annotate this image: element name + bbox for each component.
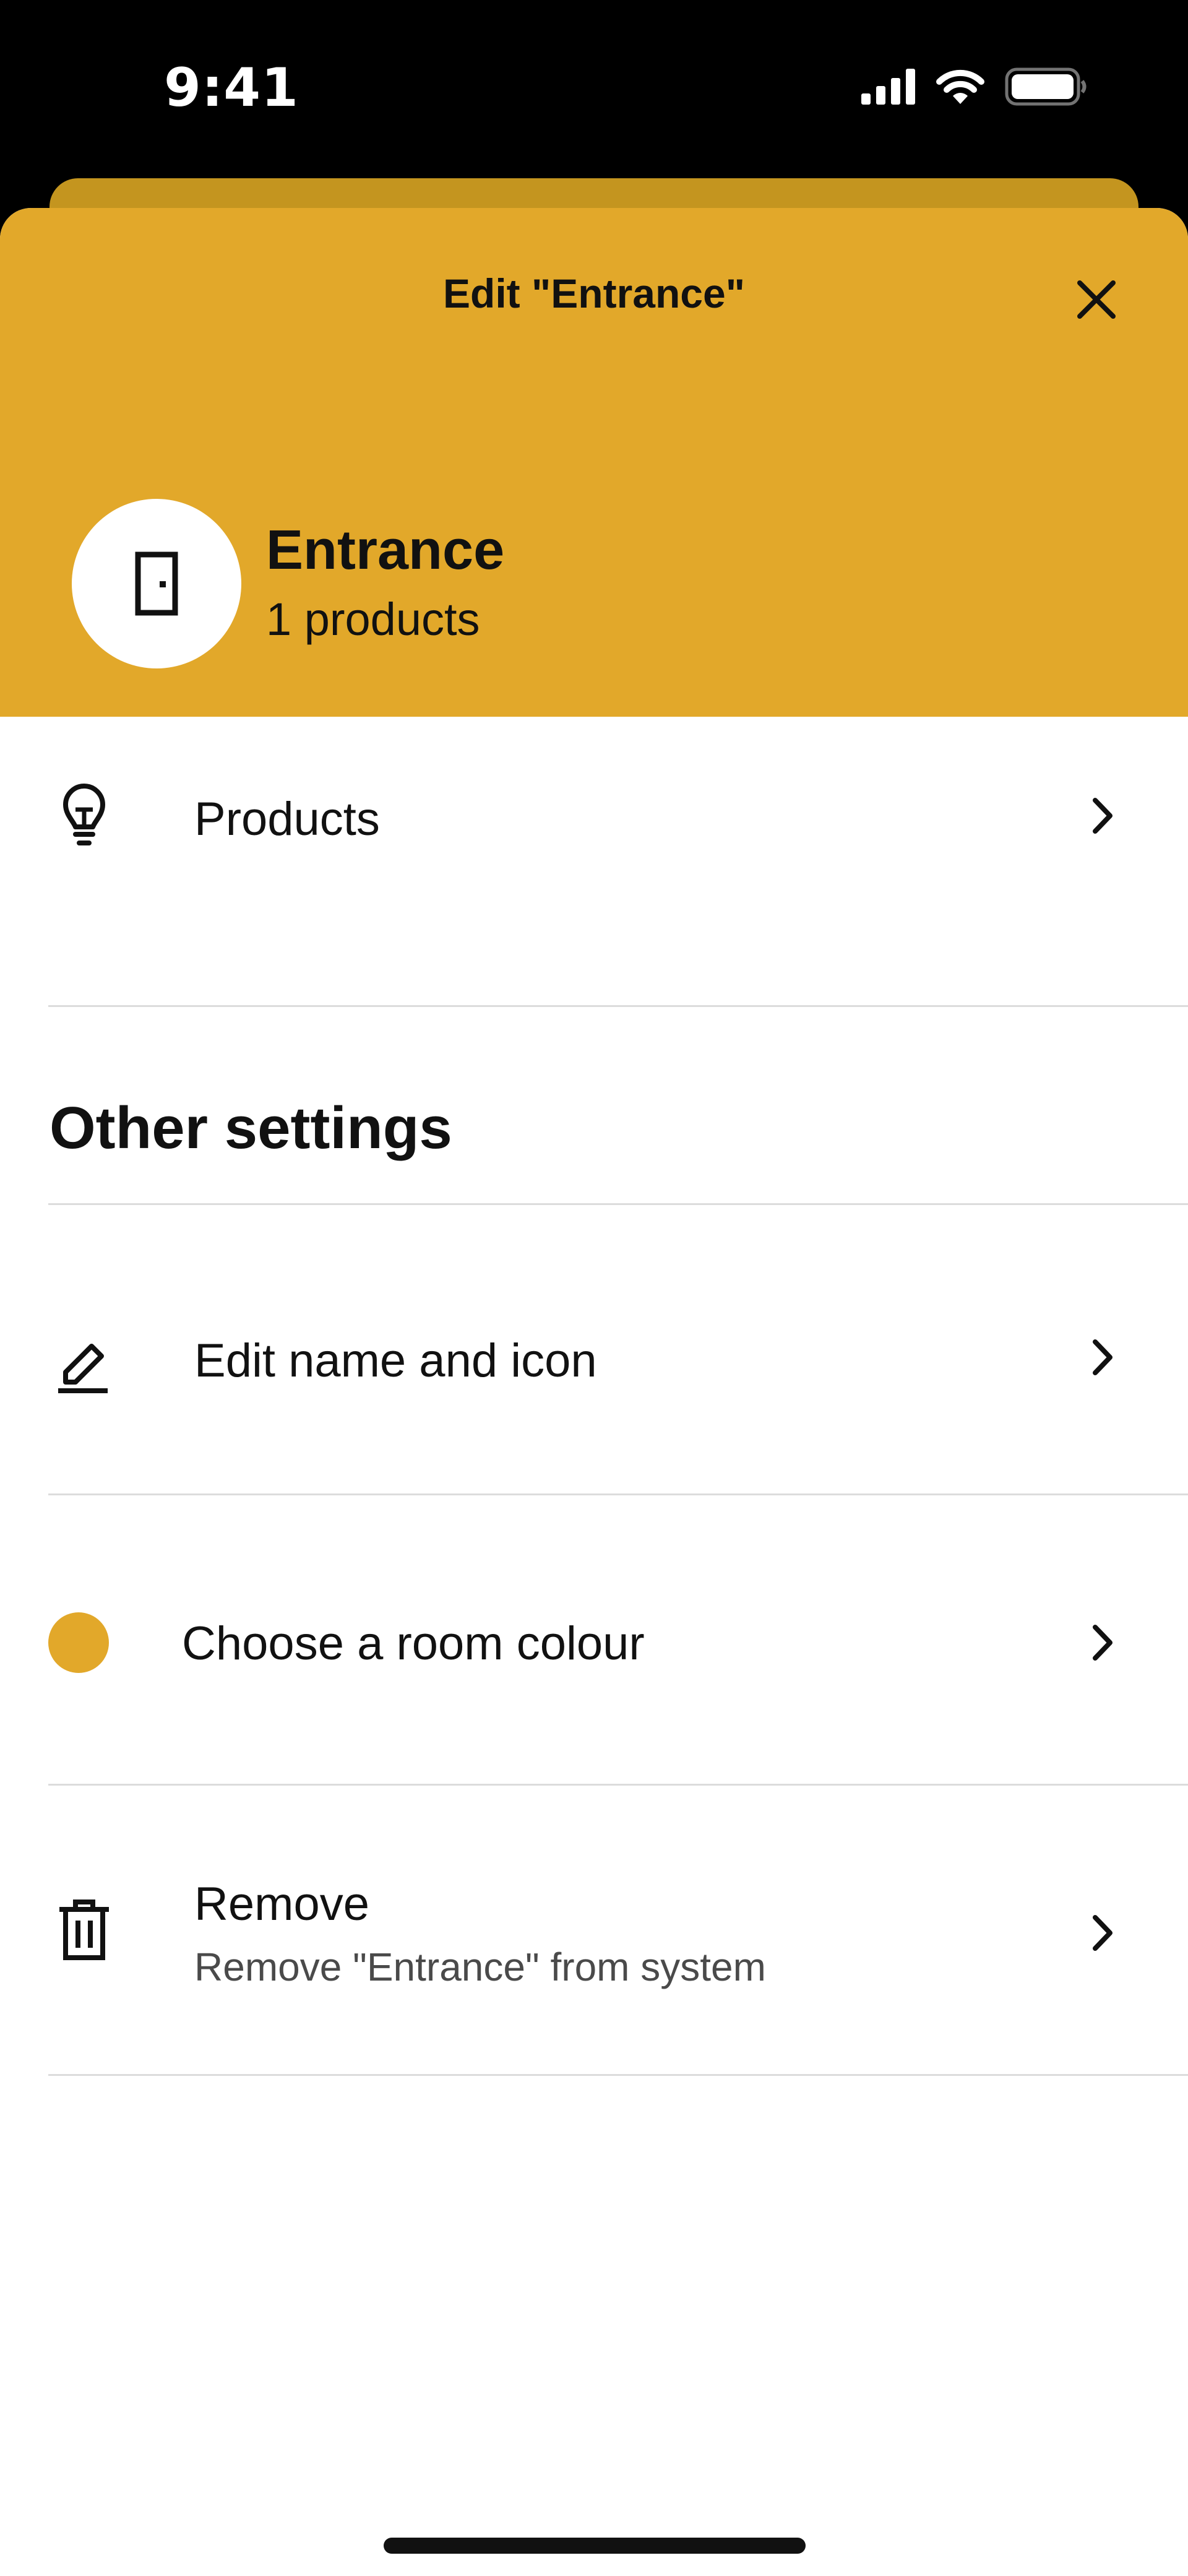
chevron-right-icon xyxy=(1084,1618,1121,1667)
edit-name-row-label: Edit name and icon xyxy=(194,1334,597,1387)
room-name: Entrance xyxy=(266,519,505,581)
room-product-count: 1 products xyxy=(266,594,480,645)
products-row[interactable]: Products xyxy=(0,717,1188,964)
trash-icon xyxy=(57,1898,111,1961)
door-icon xyxy=(135,551,178,616)
screen: 9:41 Edit "Entrance" Entrance 1 products… xyxy=(0,0,1188,2576)
chevron-right-icon xyxy=(1084,1333,1121,1382)
color-dot-swatch xyxy=(48,1612,109,1673)
sheet-title: Edit "Entrance" xyxy=(442,270,745,316)
cellular-signal-icon xyxy=(861,69,916,105)
edit-name-and-icon-row[interactable]: Edit name and icon xyxy=(0,1205,1188,1493)
edit-room-sheet: Edit "Entrance" Entrance 1 products Prod… xyxy=(0,208,1188,2576)
battery-icon xyxy=(1005,67,1088,106)
lightbulb-icon xyxy=(61,782,108,850)
remove-row[interactable]: Remove Remove "Entrance" from system xyxy=(0,1786,1188,2074)
sheet-header: Edit "Entrance" Entrance 1 products xyxy=(0,208,1188,717)
chevron-right-icon xyxy=(1084,791,1121,841)
close-button[interactable] xyxy=(1064,267,1129,332)
room-colour-dot xyxy=(48,1612,109,1673)
chevron-right-icon xyxy=(1084,1908,1121,1958)
wifi-icon xyxy=(934,68,986,105)
remove-row-sublabel: Remove "Entrance" from system xyxy=(194,1945,766,1989)
choose-room-colour-row[interactable]: Choose a room colour xyxy=(0,1495,1188,1784)
other-settings-heading: Other settings xyxy=(50,1095,452,1161)
status-icons xyxy=(861,67,1088,106)
pencil-icon xyxy=(57,1334,109,1393)
room-colour-row-label: Choose a room colour xyxy=(182,1617,645,1670)
products-row-label: Products xyxy=(194,793,380,845)
remove-row-label: Remove xyxy=(194,1878,369,1930)
status-bar: 9:41 xyxy=(0,0,1188,179)
divider xyxy=(48,1005,1188,1007)
home-indicator[interactable] xyxy=(384,2538,806,2554)
divider xyxy=(48,2074,1188,2076)
status-time: 9:41 xyxy=(164,57,299,119)
room-avatar xyxy=(72,499,241,668)
close-icon xyxy=(1077,280,1116,319)
